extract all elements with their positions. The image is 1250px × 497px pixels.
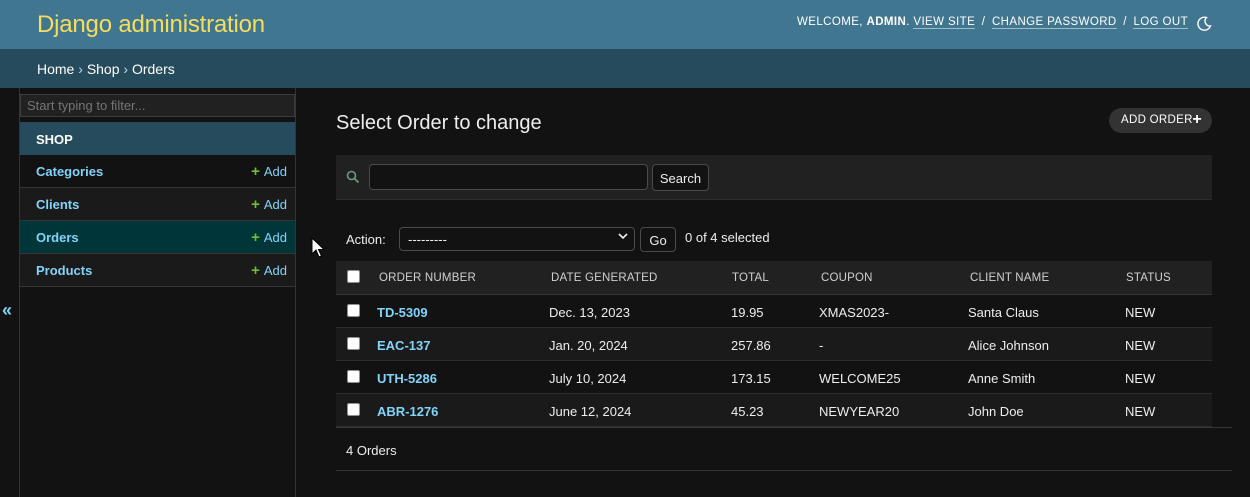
order-number-link[interactable]: EAC-137 <box>377 338 430 353</box>
total-cell: 45.23 <box>731 404 764 419</box>
table-row: UTH-5286 July 10, 2024 173.15 WELCOME25 … <box>336 361 1212 394</box>
column-header[interactable]: Order Number <box>379 272 476 284</box>
table-row: TD-5309 Dec. 13, 2023 19.95 XMAS2023- Sa… <box>336 295 1212 328</box>
add-order-button[interactable]: Add Order + <box>1109 108 1212 133</box>
date-cell: Dec. 13, 2023 <box>549 305 630 320</box>
column-header[interactable]: Status <box>1126 272 1171 284</box>
welcome-text: Welcome, <box>797 16 863 28</box>
plus-icon: + <box>251 163 260 180</box>
sidebar-item-orders: Orders + Add <box>20 221 295 254</box>
table-row: EAC-137 Jan. 20, 2024 257.86 - Alice Joh… <box>336 328 1212 361</box>
sidebar-item-label[interactable]: Categories <box>36 164 103 179</box>
nav-sidebar: Shop Categories +Add Clients +Add Orders… <box>20 88 296 497</box>
order-number-link[interactable]: UTH-5286 <box>377 371 437 386</box>
client-cell: Alice Johnson <box>968 338 1049 353</box>
search-input[interactable] <box>369 164 648 190</box>
add-categories-link[interactable]: + Add <box>251 163 287 180</box>
page-title: Select Order to change <box>336 112 542 134</box>
actions-bar: Action: --------- Go 0 of 4 selected <box>336 224 1212 254</box>
date-cell: July 10, 2024 <box>549 371 627 386</box>
row-checkbox[interactable] <box>347 337 360 350</box>
status-cell: NEW <box>1125 338 1156 353</box>
toggle-nav-sidebar[interactable]: « <box>0 88 20 497</box>
chevron-down-icon <box>618 231 628 244</box>
client-cell: John Doe <box>968 404 1024 419</box>
total-cell: 257.86 <box>731 338 771 353</box>
action-label: Action: <box>346 232 386 247</box>
add-products-link[interactable]: + Add <box>251 262 287 279</box>
plus-icon: + <box>251 229 260 246</box>
select-all-checkbox[interactable] <box>347 270 360 283</box>
sidebar-item-label[interactable]: Orders <box>36 230 79 245</box>
breadcrumb-current: Orders <box>131 61 175 77</box>
add-clients-link[interactable]: + Add <box>251 196 287 213</box>
date-cell: June 12, 2024 <box>549 404 632 419</box>
search-button[interactable]: Search <box>652 164 709 191</box>
sidebar-item-label[interactable]: Products <box>36 263 92 278</box>
plus-icon: + <box>251 196 260 213</box>
header: Django administration Welcome, admin. Vi… <box>0 0 1250 49</box>
mouse-cursor-icon <box>311 236 326 264</box>
results-table: Order Number Date Generated Total Coupon… <box>336 261 1212 427</box>
moon-icon[interactable] <box>1196 16 1212 32</box>
status-cell: NEW <box>1125 305 1156 320</box>
total-cell: 19.95 <box>731 305 764 320</box>
column-header[interactable]: Coupon <box>821 272 873 284</box>
search-icon <box>346 170 360 189</box>
table-header: Order Number Date Generated Total Coupon… <box>336 261 1212 295</box>
username: admin <box>866 16 907 28</box>
client-cell: Santa Claus <box>968 305 1039 320</box>
go-button[interactable]: Go <box>640 227 676 252</box>
coupon-cell: - <box>819 338 824 353</box>
column-header[interactable]: Total <box>732 272 769 284</box>
order-number-link[interactable]: ABR-1276 <box>377 404 438 419</box>
row-checkbox[interactable] <box>347 304 360 317</box>
selection-counter: 0 of 4 selected <box>685 230 770 245</box>
date-cell: Jan. 20, 2024 <box>549 338 628 353</box>
app-caption-shop[interactable]: Shop <box>20 122 295 155</box>
coupon-cell: WELCOME25 <box>819 371 901 386</box>
paginator: 4 Orders <box>336 427 1232 471</box>
add-orders-link[interactable]: + Add <box>251 229 287 246</box>
coupon-cell: XMAS2023- <box>819 305 890 320</box>
column-header[interactable]: Client Name <box>970 272 1049 284</box>
change-password-link[interactable]: Change password <box>991 16 1117 29</box>
action-select[interactable]: --------- <box>399 227 635 251</box>
sidebar-item-products: Products + Add <box>20 254 295 287</box>
plus-icon: + <box>1192 111 1202 128</box>
log-out-link[interactable]: Log out <box>1133 16 1188 29</box>
status-cell: NEW <box>1125 404 1156 419</box>
row-checkbox[interactable] <box>347 403 360 416</box>
client-cell: Anne Smith <box>968 371 1036 386</box>
collapse-sidebar-icon[interactable]: « <box>2 300 12 321</box>
breadcrumb-shop[interactable]: Shop <box>87 61 120 77</box>
view-site-link[interactable]: View site <box>913 16 976 29</box>
search-toolbar: Search <box>336 155 1212 200</box>
order-number-link[interactable]: TD-5309 <box>377 305 428 320</box>
user-tools: Welcome, admin. View site / Change passw… <box>797 16 1188 29</box>
row-checkbox[interactable] <box>347 370 360 383</box>
sidebar-filter-input[interactable] <box>20 94 295 117</box>
table-row: ABR-1276 June 12, 2024 45.23 NEWYEAR20 J… <box>336 394 1212 427</box>
status-cell: NEW <box>1125 371 1156 386</box>
sidebar-item-clients: Clients + Add <box>20 188 295 221</box>
total-cell: 173.15 <box>731 371 771 386</box>
coupon-cell: NEWYEAR20 <box>819 404 900 419</box>
breadcrumb-home[interactable]: Home <box>37 61 74 77</box>
plus-icon: + <box>251 262 260 279</box>
site-title[interactable]: Django administration <box>37 11 265 39</box>
sidebar-item-categories: Categories + Add <box>20 155 295 188</box>
column-header[interactable]: Date Generated <box>551 272 658 284</box>
sidebar-item-label[interactable]: Clients <box>36 197 79 212</box>
breadcrumb: Home › Shop › Orders <box>0 49 1250 88</box>
